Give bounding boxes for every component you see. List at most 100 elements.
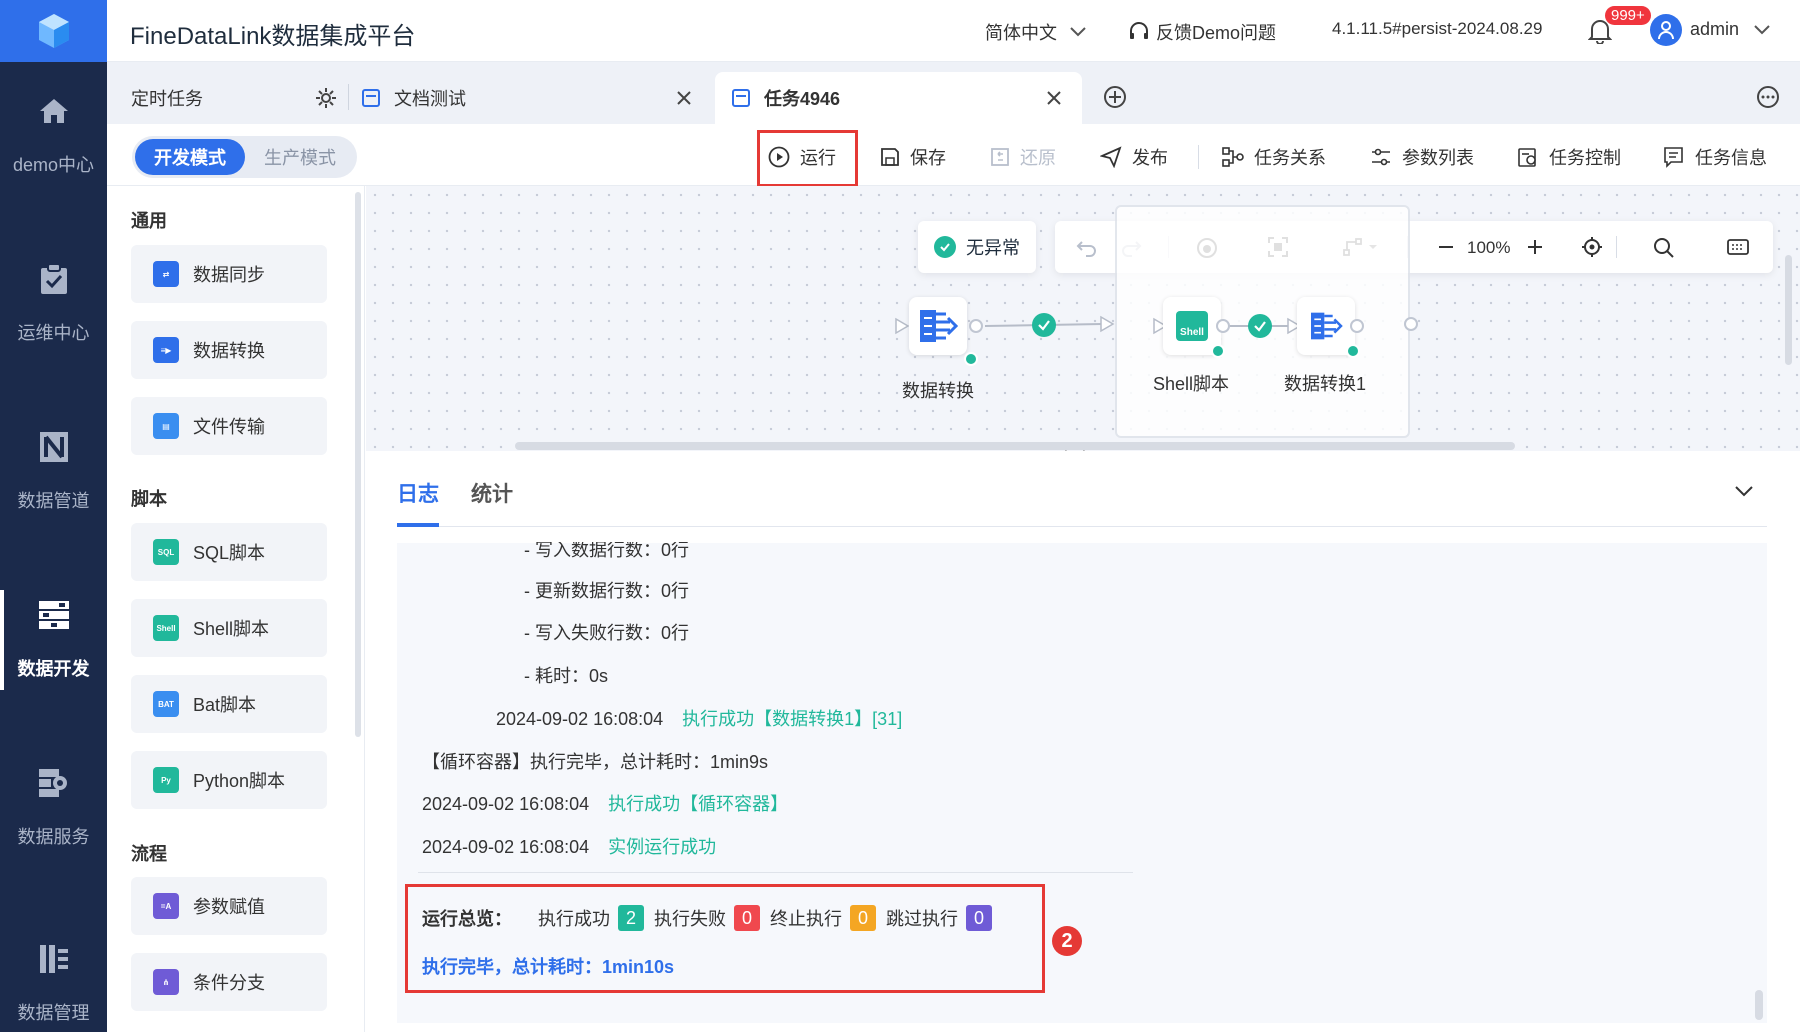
sliders-icon <box>1372 148 1390 166</box>
sql-icon: SQL <box>153 539 179 565</box>
component-shell-script[interactable]: Shell Shell脚本 <box>131 599 327 657</box>
publish-label: 发布 <box>1132 148 1168 168</box>
component-label: 数据同步 <box>193 265 265 285</box>
language-select[interactable]: 简体中文 <box>985 19 1087 45</box>
status-dot <box>1211 344 1225 358</box>
task-info-button[interactable]: 任务信息 <box>1663 144 1767 170</box>
output-port[interactable] <box>969 319 983 333</box>
toolbar-divider <box>1198 145 1199 169</box>
component-label: Python脚本 <box>193 771 286 791</box>
log-status-link[interactable]: 执行成功【循环容器】 <box>608 794 788 814</box>
component-data-sync[interactable]: ⇄ 数据同步 <box>131 245 327 303</box>
collapse-chevron-icon[interactable] <box>1734 484 1754 503</box>
save-button[interactable]: 保存 <box>880 144 946 170</box>
task-control-button[interactable]: 任务控制 <box>1517 144 1621 170</box>
user-icon <box>1658 21 1674 40</box>
component-label: SQL脚本 <box>193 543 266 563</box>
log-time: 2024-09-02 16:08:04 <box>422 837 590 857</box>
user-menu[interactable]: admin <box>1690 19 1771 40</box>
component-sql-script[interactable]: SQL SQL脚本 <box>131 523 327 581</box>
tab-task-4946[interactable]: 任务4946 <box>715 72 1082 124</box>
app-title: FineDataLink数据集成平台 <box>130 23 416 50</box>
prod-mode-button[interactable]: 生产模式 <box>250 139 350 175</box>
nav-item-data-dev[interactable]: 数据开发 <box>0 570 107 710</box>
component-bat-script[interactable]: BAT Bat脚本 <box>131 675 327 733</box>
log-status-link[interactable]: 执行成功【数据转换1】[31] <box>682 709 902 729</box>
canvas-h-scrollbar[interactable] <box>515 442 1515 450</box>
headset-icon <box>1130 22 1148 39</box>
component-python-script[interactable]: Py Python脚本 <box>131 751 327 809</box>
param-list-button[interactable]: 参数列表 <box>1370 144 1474 170</box>
close-icon[interactable] <box>676 90 692 106</box>
nav-item-ops[interactable]: 运维中心 <box>0 234 107 374</box>
publish-button[interactable]: 发布 <box>1100 144 1168 170</box>
flow-node-transform[interactable] <box>909 297 967 355</box>
home-icon <box>38 95 70 127</box>
task-control-icon <box>1518 148 1536 167</box>
nav-label: demo中心 <box>12 155 95 175</box>
status-dot <box>964 352 978 366</box>
nav-label: 数据服务 <box>17 827 90 847</box>
log-status-link[interactable]: 实例运行成功 <box>608 837 716 857</box>
nav-item-pipeline[interactable]: 数据管道 <box>0 402 107 542</box>
shell-icon: Shell <box>1176 311 1208 341</box>
canvas-v-scrollbar[interactable] <box>1785 255 1792 365</box>
gear-icon[interactable] <box>315 87 337 109</box>
dev-mode-button[interactable]: 开发模式 <box>135 139 245 175</box>
output-port[interactable] <box>1216 319 1230 333</box>
add-tab-icon[interactable] <box>1103 85 1127 114</box>
log-line: - 更新数据行数：0行 <box>524 581 690 601</box>
nav-label: 数据管道 <box>17 491 90 511</box>
nav-label: 数据管理 <box>17 1003 90 1023</box>
clipboard-check-icon <box>38 263 70 295</box>
task-relation-label: 任务关系 <box>1254 148 1326 168</box>
tab-doc-test[interactable]: 文档测试 <box>362 72 702 124</box>
nav-item-data-manage[interactable]: 数据管理 <box>0 906 107 1032</box>
section-title: 通用 <box>131 211 167 231</box>
node-label: 数据转换 <box>902 381 974 401</box>
log-time: 2024-09-02 16:08:04 <box>496 709 664 729</box>
revert-icon <box>991 148 1009 166</box>
revert-label: 还原 <box>1020 148 1056 168</box>
nav-item-data-service[interactable]: 数据服务 <box>0 738 107 878</box>
tab-log[interactable]: 日志 <box>397 478 439 508</box>
container-output-port[interactable] <box>1404 317 1418 331</box>
component-data-transform[interactable]: ≡▶ 数据转换 <box>131 321 327 379</box>
task-relation-button[interactable]: 任务关系 <box>1222 144 1326 170</box>
node-label: Shell脚本 <box>1153 374 1230 394</box>
revert-button[interactable]: 还原 <box>990 144 1056 170</box>
component-label: 数据转换 <box>193 341 265 361</box>
bat-icon: BAT <box>153 691 179 717</box>
tab-scheduled[interactable]: 定时任务 <box>107 72 347 124</box>
logo[interactable] <box>0 0 107 62</box>
nav-item-demo[interactable]: demo中心 <box>0 66 107 206</box>
panel-scrollbar[interactable] <box>355 192 361 737</box>
section-title: 脚本 <box>131 489 167 509</box>
status-dot <box>1346 344 1360 358</box>
tab-stats[interactable]: 统计 <box>471 478 513 508</box>
close-icon[interactable] <box>1046 90 1062 106</box>
chevron-down-icon <box>1070 27 1086 37</box>
feedback-link[interactable]: 反馈Demo问题 <box>1128 19 1276 45</box>
data-transform-icon: ≡▶ <box>153 337 179 363</box>
component-label: 文件传输 <box>193 417 265 437</box>
component-file-transfer[interactable]: ▤ 文件传输 <box>131 397 327 455</box>
more-icon[interactable] <box>1756 85 1780 114</box>
component-condition-branch[interactable]: ⋔ 条件分支 <box>131 953 327 1011</box>
edge-success-icon <box>1032 313 1056 337</box>
task-file-icon <box>362 89 380 107</box>
annotation-marker-2: 2 <box>1052 926 1082 956</box>
log-tabs-divider <box>397 526 1767 527</box>
nav-label: 运维中心 <box>17 323 90 343</box>
log-scrollbar[interactable] <box>1755 990 1763 1020</box>
output-port[interactable] <box>1350 319 1364 333</box>
component-label: Shell脚本 <box>193 619 270 639</box>
log-line: 2024-09-02 16:08:04 实例运行成功 <box>422 833 716 859</box>
section-title: 流程 <box>131 844 167 864</box>
param-assign-icon: =A <box>153 893 179 919</box>
cube-logo-icon <box>38 14 69 48</box>
component-param-assign[interactable]: =A 参数赋值 <box>131 877 327 935</box>
highlight-run-box <box>757 130 858 187</box>
edge-success-icon <box>1248 314 1272 338</box>
avatar[interactable] <box>1650 14 1682 46</box>
